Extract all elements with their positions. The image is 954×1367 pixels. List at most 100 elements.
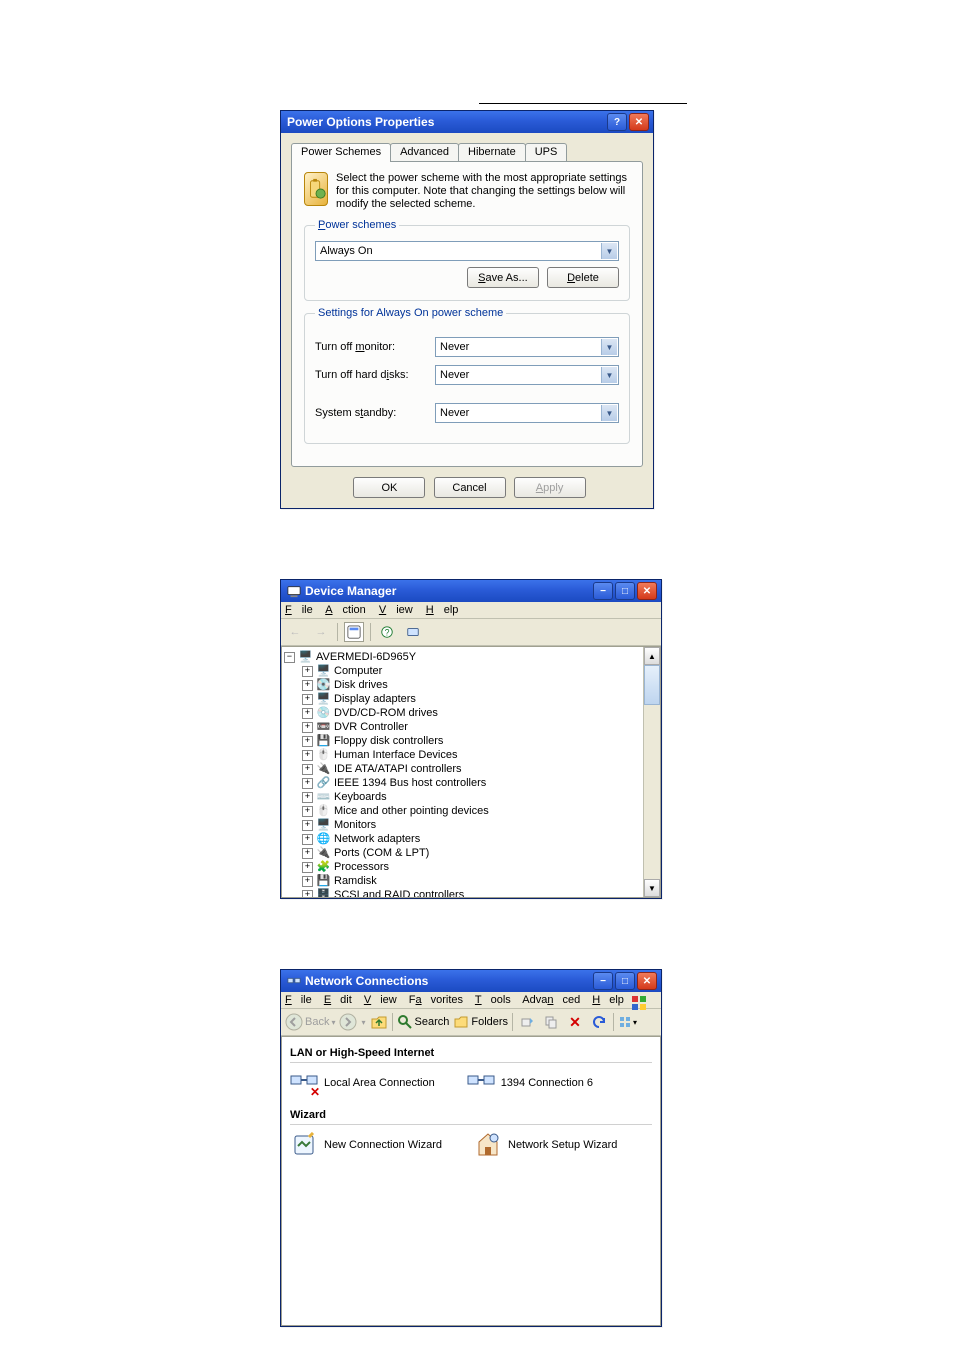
maximize-button[interactable]: □ <box>615 972 635 990</box>
scroll-track[interactable] <box>644 705 660 879</box>
titlebar[interactable]: Network Connections − □ ✕ <box>281 970 661 992</box>
device-tree[interactable]: −🖥️AVERMEDI-6D965Y+🖥️Computer+💽Disk driv… <box>282 647 643 897</box>
tab-advanced[interactable]: Advanced <box>390 143 459 161</box>
menu-help[interactable]: Help <box>592 994 624 1006</box>
expand-icon[interactable]: + <box>302 736 313 747</box>
scan-icon[interactable] <box>403 622 423 642</box>
collapse-icon[interactable]: − <box>284 652 295 663</box>
titlebar[interactable]: Device Manager − □ ✕ <box>281 580 661 602</box>
turn-off-monitor-select[interactable]: Never ▼ <box>435 337 619 357</box>
menu-advanced[interactable]: Advanced <box>522 994 580 1006</box>
delete-button[interactable]: Delete <box>547 267 619 288</box>
menu-action[interactable]: Action <box>325 604 366 616</box>
close-button[interactable]: ✕ <box>637 972 657 990</box>
item-new-connection-wizard[interactable]: New Connection Wizard <box>290 1131 442 1159</box>
expand-icon[interactable]: + <box>302 666 313 677</box>
menu-edit[interactable]: Edit <box>324 994 352 1006</box>
expand-icon[interactable]: + <box>302 792 313 803</box>
expand-icon[interactable]: + <box>302 806 313 817</box>
scroll-up-icon[interactable]: ▲ <box>644 647 660 665</box>
expand-icon[interactable]: + <box>302 820 313 831</box>
views-icon[interactable]: ▾ <box>618 1012 638 1032</box>
search-button[interactable]: Search <box>397 1014 450 1030</box>
expand-icon[interactable]: + <box>302 764 313 775</box>
menu-view[interactable]: View <box>379 604 413 616</box>
nav-back-icon[interactable]: ← <box>285 622 305 642</box>
expand-icon[interactable]: + <box>302 876 313 887</box>
menu-view[interactable]: View <box>364 994 397 1006</box>
menu-tools[interactable]: Tools <box>475 994 511 1006</box>
help-icon[interactable]: ? <box>377 622 397 642</box>
expand-icon[interactable]: + <box>302 862 313 873</box>
folders-button[interactable]: Folders <box>453 1014 508 1030</box>
nav-forward-button[interactable] <box>339 1013 357 1031</box>
maximize-button[interactable]: □ <box>615 582 635 600</box>
menu-help[interactable]: Help <box>426 604 459 616</box>
item-local-area-connection[interactable]: ✕ Local Area Connection <box>290 1069 435 1097</box>
menu-file[interactable]: File <box>285 604 313 616</box>
turn-off-disks-select[interactable]: Never ▼ <box>435 365 619 385</box>
ok-button[interactable]: OK <box>353 477 425 498</box>
move-icon[interactable] <box>517 1012 537 1032</box>
apply-button[interactable]: Apply <box>514 477 586 498</box>
close-button[interactable]: ✕ <box>629 113 649 131</box>
folder-view[interactable]: LAN or High-Speed Internet ✕ Local Area … <box>281 1036 661 1326</box>
divider <box>512 1013 513 1031</box>
expand-icon[interactable]: + <box>302 708 313 719</box>
delete-icon[interactable]: ✕ <box>565 1012 585 1032</box>
tree-node[interactable]: +🔌IDE ATA/ATAPI controllers <box>302 762 641 776</box>
minimize-button[interactable]: − <box>593 972 613 990</box>
item-1394-connection[interactable]: 1394 Connection 6 <box>467 1069 593 1097</box>
expand-icon[interactable]: + <box>302 680 313 691</box>
expand-icon[interactable]: + <box>302 778 313 789</box>
nav-forward-icon[interactable]: → <box>311 622 331 642</box>
expand-icon[interactable]: + <box>302 750 313 761</box>
help-button[interactable]: ? <box>607 113 627 131</box>
tree-node[interactable]: +💿DVD/CD-ROM drives <box>302 706 641 720</box>
expand-icon[interactable]: + <box>302 834 313 845</box>
menu-favorites[interactable]: Favorites <box>409 994 463 1006</box>
menu-file[interactable]: File <box>285 994 312 1006</box>
tab-hibernate[interactable]: Hibernate <box>458 143 526 161</box>
tree-node[interactable]: +⌨️Keyboards <box>302 790 641 804</box>
properties-icon[interactable] <box>344 622 364 642</box>
tree-node[interactable]: +📼DVR Controller <box>302 720 641 734</box>
tree-node[interactable]: +💽Disk drives <box>302 678 641 692</box>
tree-node[interactable]: +🖥️Display adapters <box>302 692 641 706</box>
tree-node[interactable]: +🔌Ports (COM & LPT) <box>302 846 641 860</box>
tree-node[interactable]: +🌐Network adapters <box>302 832 641 846</box>
tree-node[interactable]: +🖥️Monitors <box>302 818 641 832</box>
minimize-button[interactable]: − <box>593 582 613 600</box>
tree-node[interactable]: +💾Floppy disk controllers <box>302 734 641 748</box>
copy-icon[interactable] <box>541 1012 561 1032</box>
tab-ups[interactable]: UPS <box>525 143 568 161</box>
titlebar[interactable]: Power Options Properties ? ✕ <box>281 111 653 133</box>
tree-node[interactable]: +🧩Processors <box>302 860 641 874</box>
system-standby-select[interactable]: Never ▼ <box>435 403 619 423</box>
scroll-down-icon[interactable]: ▼ <box>644 879 660 897</box>
vertical-scrollbar[interactable]: ▲ ▼ <box>643 647 660 897</box>
undo-icon[interactable] <box>589 1012 609 1032</box>
save-as-button[interactable]: Save As... <box>467 267 539 288</box>
item-network-setup-wizard[interactable]: Network Setup Wizard <box>474 1131 617 1159</box>
tree-node[interactable]: +🖥️Computer <box>302 664 641 678</box>
tree-node[interactable]: +🖱️Human Interface Devices <box>302 748 641 762</box>
tab-power-schemes[interactable]: Power Schemes <box>291 143 391 162</box>
app-icon <box>287 974 301 988</box>
power-scheme-select[interactable]: Always On ▼ <box>315 241 619 261</box>
nav-back-button[interactable]: Back▾ <box>285 1013 335 1031</box>
tree-node[interactable]: +🗄️SCSI and RAID controllers <box>302 888 641 897</box>
network-connections-window: Network Connections − □ ✕ File Edit View… <box>280 969 662 1327</box>
tree-node-label: Monitors <box>334 818 376 832</box>
cancel-button[interactable]: Cancel <box>434 477 506 498</box>
expand-icon[interactable]: + <box>302 722 313 733</box>
tree-node[interactable]: +🖱️Mice and other pointing devices <box>302 804 641 818</box>
scroll-thumb[interactable] <box>644 665 660 705</box>
expand-icon[interactable]: + <box>302 890 313 898</box>
expand-icon[interactable]: + <box>302 694 313 705</box>
tree-node[interactable]: +🔗IEEE 1394 Bus host controllers <box>302 776 641 790</box>
nav-up-button[interactable] <box>370 1013 388 1031</box>
expand-icon[interactable]: + <box>302 848 313 859</box>
close-button[interactable]: ✕ <box>637 582 657 600</box>
tree-node[interactable]: +💾Ramdisk <box>302 874 641 888</box>
